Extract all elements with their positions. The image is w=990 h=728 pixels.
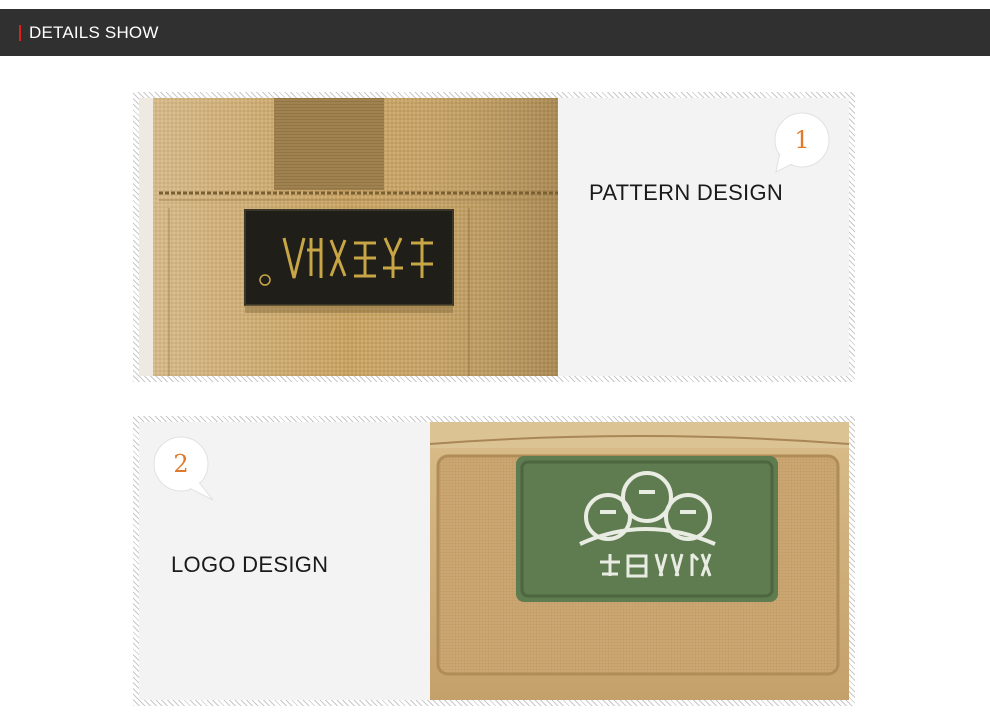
- header-accent-mark: [19, 24, 21, 41]
- detail-photo-woven-label: [139, 98, 558, 376]
- number-bubble-2: 2: [153, 436, 214, 501]
- woven-label-photo: [139, 98, 558, 376]
- section-header: DETAILS SHOW: [0, 9, 990, 56]
- detail-number: 2: [173, 450, 189, 478]
- detail-panel-2: 2 LOGO DESIGN: [133, 416, 855, 706]
- detail-panel-1: 1 PATTERN DESIGN: [133, 92, 855, 382]
- section-title: DETAILS SHOW: [29, 22, 159, 42]
- detail-number: 1: [794, 126, 810, 154]
- detail-label: PATTERN DESIGN: [589, 180, 784, 205]
- detail-photo-logo-patch: [430, 422, 849, 700]
- detail-label: LOGO DESIGN: [171, 552, 329, 577]
- detail-text-area-2: 2 LOGO DESIGN: [139, 422, 430, 700]
- number-bubble-1: 1: [774, 112, 830, 173]
- logo-patch-photo: [430, 422, 849, 700]
- detail-text-area-1: 1 PATTERN DESIGN: [558, 98, 849, 376]
